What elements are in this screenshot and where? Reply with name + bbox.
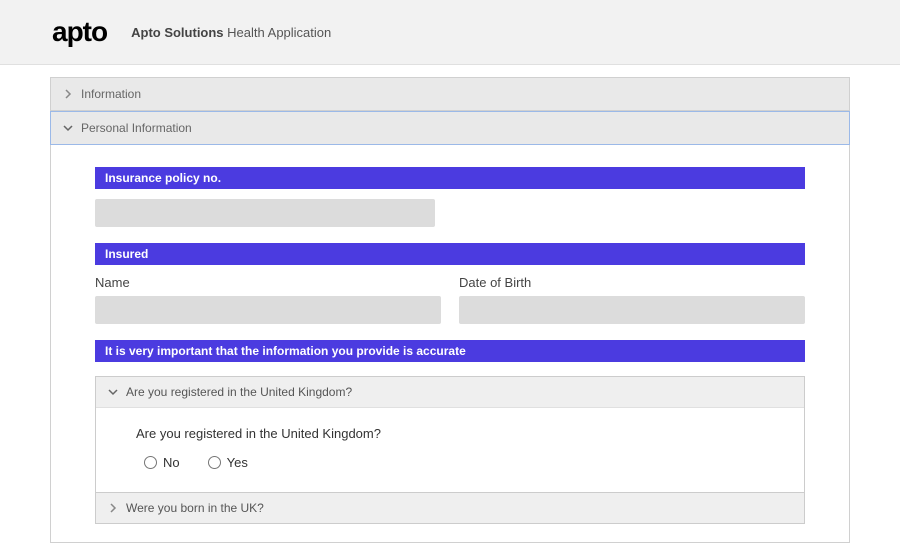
question-uk-registered: Are you registered in the United Kingdom… (96, 377, 804, 492)
band-policy-no: Insurance policy no. (95, 167, 805, 189)
header-title: Apto Solutions Health Application (131, 25, 331, 40)
radio-yes-input[interactable] (208, 456, 221, 469)
radio-no-input[interactable] (144, 456, 157, 469)
question-born-uk: Were you born in the UK? (96, 492, 804, 523)
question-born-uk-label: Were you born in the UK? (126, 501, 264, 515)
question-uk-registered-text: Are you registered in the United Kingdom… (136, 426, 764, 441)
form-container: Information Personal Information Insuran… (50, 77, 850, 543)
section-information: Information (50, 77, 850, 111)
radio-group-uk-registered: No Yes (136, 455, 764, 470)
radio-no[interactable]: No (144, 455, 180, 470)
question-uk-registered-body: Are you registered in the United Kingdom… (96, 407, 804, 492)
dob-label: Date of Birth (459, 275, 805, 290)
chevron-right-icon (63, 89, 73, 99)
section-personal-header[interactable]: Personal Information (51, 112, 849, 144)
chevron-down-icon (63, 123, 73, 133)
question-born-uk-header[interactable]: Were you born in the UK? (96, 493, 804, 523)
radio-yes[interactable]: Yes (208, 455, 248, 470)
policy-number-input[interactable] (95, 199, 435, 227)
question-accordion: Are you registered in the United Kingdom… (95, 376, 805, 524)
radio-no-label: No (163, 455, 180, 470)
chevron-down-icon (108, 387, 118, 397)
section-information-label: Information (81, 87, 141, 101)
chevron-right-icon (108, 503, 118, 513)
section-personal-body: Insurance policy no. Insured Name Date o… (50, 145, 850, 543)
logo: apto (52, 16, 107, 48)
radio-yes-label: Yes (227, 455, 248, 470)
section-personal-label: Personal Information (81, 121, 192, 135)
section-information-header[interactable]: Information (51, 78, 849, 110)
name-input[interactable] (95, 296, 441, 324)
band-insured: Insured (95, 243, 805, 265)
app-header: apto Apto Solutions Health Application (0, 0, 900, 65)
section-personal: Personal Information (50, 111, 850, 145)
band-accuracy: It is very important that the informatio… (95, 340, 805, 362)
dob-input[interactable] (459, 296, 805, 324)
name-label: Name (95, 275, 441, 290)
question-uk-registered-header[interactable]: Are you registered in the United Kingdom… (96, 377, 804, 407)
question-uk-registered-label: Are you registered in the United Kingdom… (126, 385, 352, 399)
